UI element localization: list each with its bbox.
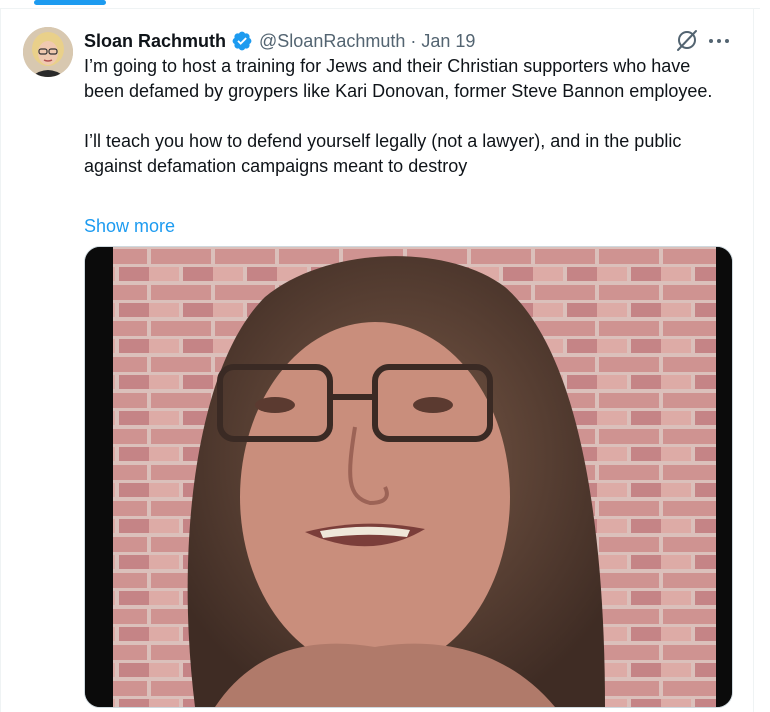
tweet[interactable]: Sloan Rachmuth @SloanRachmuth · Jan 19 I… bbox=[0, 9, 754, 712]
more-icon[interactable] bbox=[708, 37, 730, 45]
grok-icon[interactable] bbox=[674, 27, 700, 53]
author-handle[interactable]: @SloanRachmuth bbox=[259, 31, 405, 52]
video-frame bbox=[85, 247, 732, 707]
tab-indicator bbox=[34, 0, 106, 5]
verified-badge-icon bbox=[232, 31, 252, 51]
tweet-text: I’m going to host a training for Jews an… bbox=[84, 54, 734, 179]
tweet-text-paragraph-1: I’m going to host a training for Jews an… bbox=[84, 56, 713, 101]
show-more-link[interactable]: Show more bbox=[84, 214, 175, 239]
page: Sloan Rachmuth @SloanRachmuth · Jan 19 I… bbox=[0, 0, 770, 712]
avatar[interactable] bbox=[23, 27, 73, 77]
avatar-image bbox=[23, 27, 73, 77]
author-name[interactable]: Sloan Rachmuth bbox=[84, 31, 226, 52]
tweet-text-paragraph-2: I’ll teach you how to defend yourself le… bbox=[84, 131, 682, 176]
tweet-header: Sloan Rachmuth @SloanRachmuth · Jan 19 bbox=[84, 29, 475, 53]
tweet-date[interactable]: Jan 19 bbox=[421, 31, 475, 52]
tweet-video[interactable] bbox=[84, 246, 733, 708]
separator-dot: · bbox=[410, 30, 417, 51]
